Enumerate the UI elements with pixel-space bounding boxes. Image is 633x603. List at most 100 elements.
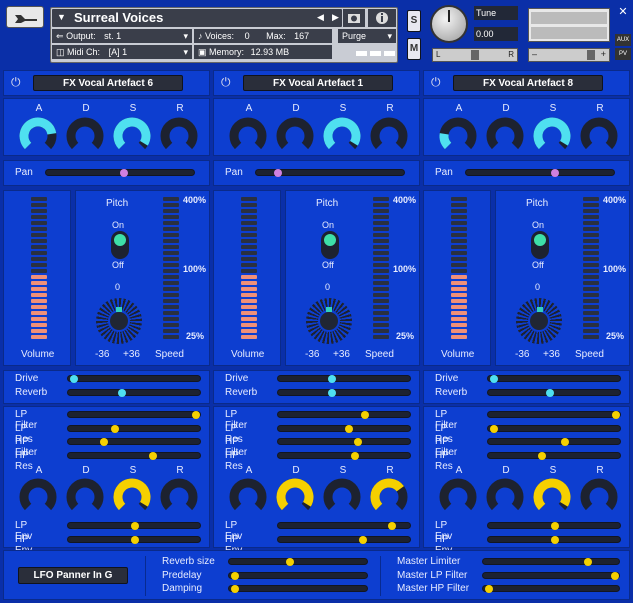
info-button[interactable] bbox=[368, 9, 396, 27]
master-limiter-slider[interactable] bbox=[482, 558, 620, 566]
midi-value[interactable]: [A] 1 bbox=[109, 47, 128, 57]
module-3-drive-slider-handle[interactable] bbox=[490, 375, 498, 383]
module-3-amp-r-knob[interactable] bbox=[579, 116, 619, 156]
module-2-amp-s-knob[interactable] bbox=[322, 116, 362, 156]
module-3-hp-env-slider-handle[interactable] bbox=[551, 536, 559, 544]
volume-slider[interactable]: – + bbox=[528, 48, 610, 62]
module-2-drive-slider-handle[interactable] bbox=[328, 375, 336, 383]
module-3-lp-res-slider[interactable] bbox=[487, 425, 621, 433]
module-1-pitch-knob[interactable] bbox=[96, 298, 142, 344]
module-2-reverb-slider-handle[interactable] bbox=[328, 389, 336, 397]
module-2-filter-s-knob[interactable] bbox=[322, 477, 362, 517]
module-3-filter-r-knob[interactable] bbox=[579, 477, 619, 517]
module-3-pan-slider[interactable] bbox=[465, 169, 615, 177]
output-dropdown-icon[interactable]: ▾ bbox=[183, 29, 188, 43]
module-1-lp-filter-slider-handle[interactable] bbox=[192, 411, 200, 419]
reverb-size-slider[interactable] bbox=[228, 558, 368, 566]
midi-dropdown-icon[interactable]: ▾ bbox=[183, 45, 188, 59]
module-3-pitch-toggle[interactable] bbox=[531, 231, 549, 259]
module-3-title[interactable]: FX Vocal Artefact 8 bbox=[453, 75, 603, 91]
module-2-hp-res-slider-handle[interactable] bbox=[351, 452, 359, 460]
purge-button[interactable]: Purge ▾ bbox=[338, 29, 396, 43]
module-1-lp-filter-slider[interactable] bbox=[67, 411, 201, 419]
module-1-drive-slider[interactable] bbox=[67, 375, 201, 383]
module-1-hp-env-slider-handle[interactable] bbox=[131, 536, 139, 544]
prev-preset-icon[interactable]: ◀ bbox=[317, 12, 324, 23]
module-3-power-icon[interactable]: ⏻ bbox=[431, 75, 441, 90]
module-1-hp-res-slider-handle[interactable] bbox=[149, 452, 157, 460]
module-3-reverb-slider[interactable] bbox=[487, 389, 621, 397]
pan-slider[interactable]: L R bbox=[432, 48, 518, 62]
output-value[interactable]: st. 1 bbox=[104, 31, 121, 41]
module-1-lp-res-slider[interactable] bbox=[67, 425, 201, 433]
module-1-hp-filter-slider[interactable] bbox=[67, 438, 201, 446]
predelay-slider[interactable] bbox=[228, 572, 368, 580]
module-3-lp-filter-slider[interactable] bbox=[487, 411, 621, 419]
master-lp-filter-slider-handle[interactable] bbox=[611, 572, 619, 580]
module-3-lp-filter-slider-handle[interactable] bbox=[612, 411, 620, 419]
module-1-drive-slider-handle[interactable] bbox=[70, 375, 78, 383]
module-3-filter-s-knob[interactable] bbox=[532, 477, 572, 517]
module-3-filter-d-knob[interactable] bbox=[485, 477, 525, 517]
module-2-power-icon[interactable]: ⏻ bbox=[221, 75, 231, 90]
pv-button[interactable]: PV bbox=[615, 48, 631, 60]
module-3-drive-slider[interactable] bbox=[487, 375, 621, 383]
module-2-pitch-toggle[interactable] bbox=[321, 231, 339, 259]
collapse-icon[interactable]: ▼ bbox=[57, 12, 66, 22]
solo-button[interactable]: S bbox=[407, 10, 421, 32]
close-icon[interactable]: ✕ bbox=[617, 6, 629, 18]
module-2-hp-filter-slider[interactable] bbox=[277, 438, 411, 446]
damping-slider-handle[interactable] bbox=[231, 585, 239, 593]
module-2-amp-r-knob[interactable] bbox=[369, 116, 409, 156]
module-3-hp-res-slider[interactable] bbox=[487, 452, 621, 460]
module-3-amp-s-knob[interactable] bbox=[532, 116, 572, 156]
module-3-speed-meter[interactable] bbox=[583, 197, 599, 341]
module-1-amp-a-knob[interactable] bbox=[18, 116, 58, 156]
module-1-hp-res-slider[interactable] bbox=[67, 452, 201, 460]
module-1-filter-d-knob[interactable] bbox=[65, 477, 105, 517]
module-2-amp-d-knob[interactable] bbox=[275, 116, 315, 156]
module-3-hp-filter-slider[interactable] bbox=[487, 438, 621, 446]
module-3-amp-d-knob[interactable] bbox=[485, 116, 525, 156]
module-2-filter-d-knob[interactable] bbox=[275, 477, 315, 517]
module-1-lp-env-slider[interactable] bbox=[67, 522, 201, 530]
tune-value[interactable]: 0.00 bbox=[474, 27, 518, 41]
module-1-reverb-slider[interactable] bbox=[67, 389, 201, 397]
module-2-volume-meter[interactable] bbox=[241, 197, 257, 341]
module-1-speed-meter[interactable] bbox=[163, 197, 179, 341]
module-2-hp-env-slider[interactable] bbox=[277, 536, 411, 544]
module-2-amp-a-knob[interactable] bbox=[228, 116, 268, 156]
module-2-lp-env-slider-handle[interactable] bbox=[388, 522, 396, 530]
module-2-filter-a-knob[interactable] bbox=[228, 477, 268, 517]
module-3-lp-env-slider[interactable] bbox=[487, 522, 621, 530]
module-1-pan-slider-handle[interactable] bbox=[120, 169, 128, 177]
master-hp-filter-slider[interactable] bbox=[482, 585, 620, 593]
module-3-lp-res-slider-handle[interactable] bbox=[490, 425, 498, 433]
module-2-hp-res-slider[interactable] bbox=[277, 452, 411, 460]
module-2-lp-filter-slider-handle[interactable] bbox=[361, 411, 369, 419]
module-2-filter-r-knob[interactable] bbox=[369, 477, 409, 517]
module-2-speed-meter[interactable] bbox=[373, 197, 389, 341]
module-3-pitch-knob[interactable] bbox=[516, 298, 562, 344]
module-2-lp-env-slider[interactable] bbox=[277, 522, 411, 530]
module-2-hp-env-slider-handle[interactable] bbox=[359, 536, 367, 544]
module-3-hp-env-slider[interactable] bbox=[487, 536, 621, 544]
module-2-drive-slider[interactable] bbox=[277, 375, 411, 383]
module-2-lp-res-slider[interactable] bbox=[277, 425, 411, 433]
module-1-filter-r-knob[interactable] bbox=[159, 477, 199, 517]
module-3-amp-a-knob[interactable] bbox=[438, 116, 478, 156]
module-1-pan-slider[interactable] bbox=[45, 169, 195, 177]
module-1-filter-a-knob[interactable] bbox=[18, 477, 58, 517]
camera-button[interactable] bbox=[343, 9, 365, 27]
module-1-hp-env-slider[interactable] bbox=[67, 536, 201, 544]
module-3-hp-filter-slider-handle[interactable] bbox=[561, 438, 569, 446]
predelay-slider-handle[interactable] bbox=[231, 572, 239, 580]
damping-slider[interactable] bbox=[228, 585, 368, 593]
module-2-pan-slider-handle[interactable] bbox=[274, 169, 282, 177]
tune-knob[interactable] bbox=[430, 5, 468, 43]
module-3-filter-a-knob[interactable] bbox=[438, 477, 478, 517]
module-2-pitch-knob[interactable] bbox=[306, 298, 352, 344]
module-3-pan-slider-handle[interactable] bbox=[551, 169, 559, 177]
module-1-title[interactable]: FX Vocal Artefact 6 bbox=[33, 75, 183, 91]
module-3-reverb-slider-handle[interactable] bbox=[546, 389, 554, 397]
